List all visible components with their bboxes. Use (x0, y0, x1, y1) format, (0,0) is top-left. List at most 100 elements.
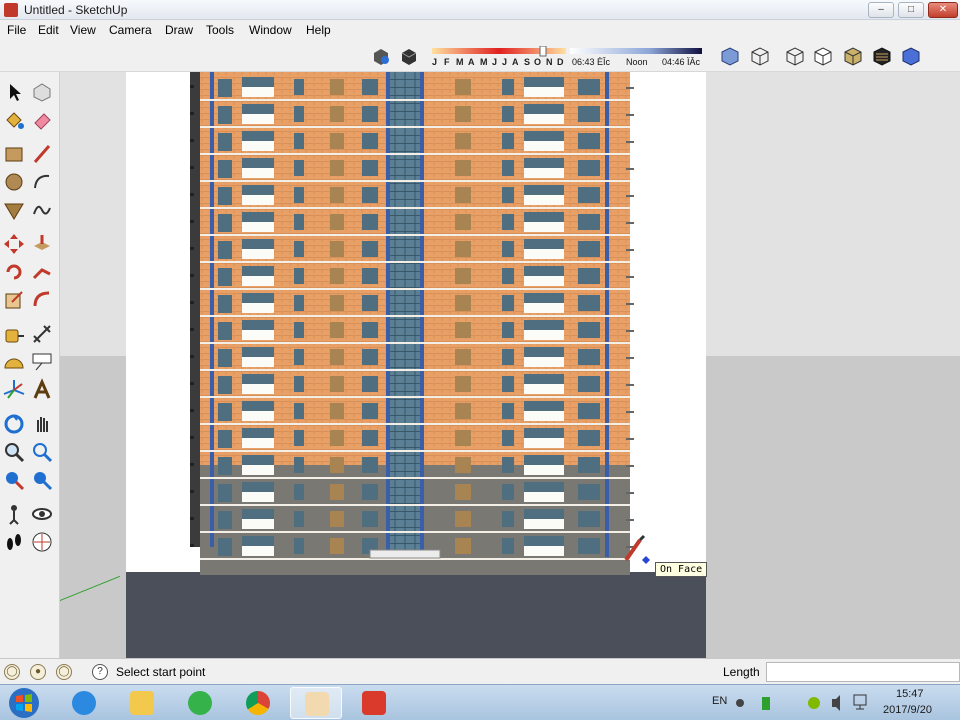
window (242, 266, 274, 276)
balcony-railing (455, 187, 471, 203)
section-plane-icon[interactable] (30, 530, 54, 554)
shadow-toolbar: J F M A M J J A S O N D 06:43 ÈÎc Noon 0… (430, 44, 706, 68)
wireframe-icon[interactable] (784, 45, 806, 67)
ac-bracket (626, 519, 634, 521)
menu-view[interactable]: View (70, 23, 96, 37)
protractor-icon[interactable] (2, 350, 26, 374)
pan-tool-icon[interactable] (30, 412, 54, 436)
menu-help[interactable]: Help (306, 23, 331, 37)
tape-measure-icon[interactable] (2, 322, 26, 346)
measurements-input[interactable] (766, 662, 960, 682)
text-tool-icon[interactable] (30, 350, 54, 374)
ac-bracket (626, 438, 634, 440)
menu-tools[interactable]: Tools (206, 23, 234, 37)
scale-tool-icon[interactable] (2, 288, 26, 312)
shadow-end-time: 04:46 ÏÂc (662, 57, 701, 67)
balcony-railing (455, 160, 471, 176)
follow-me-icon[interactable] (30, 260, 54, 284)
window (294, 484, 304, 500)
system-tray-icons[interactable] (734, 693, 844, 713)
window (242, 320, 274, 330)
balcony (242, 330, 274, 340)
move-tool-icon[interactable] (2, 232, 26, 256)
balcony-railing (455, 457, 471, 473)
ac-bracket (626, 465, 634, 467)
window (218, 268, 232, 286)
balcony (524, 249, 564, 259)
axes-tool-icon[interactable] (2, 378, 26, 402)
window (578, 214, 600, 230)
clock-date[interactable]: 2017/9/20 (883, 704, 932, 716)
month-label: A (468, 57, 475, 67)
previous-view-icon[interactable] (30, 468, 54, 492)
look-around-icon[interactable] (30, 502, 54, 526)
clock-time[interactable]: 15:47 (896, 688, 924, 700)
orbit-tool-icon[interactable] (2, 412, 26, 436)
ac-bracket (190, 409, 194, 412)
taskbar-internet-explorer[interactable] (58, 687, 110, 719)
balcony (524, 465, 564, 475)
eraser-icon[interactable] (30, 108, 54, 132)
credits-icon[interactable]: ● (30, 664, 46, 680)
taskbar-sketchup[interactable] (290, 687, 342, 719)
month-label: A (512, 57, 519, 67)
rectangle-tool-icon[interactable] (2, 142, 26, 166)
zoom-extents-icon[interactable] (2, 468, 26, 492)
menu-window[interactable]: Window (249, 23, 292, 37)
tool-palette (0, 72, 60, 658)
window (218, 187, 232, 205)
select-tool-icon[interactable] (2, 80, 26, 104)
freehand-tool-icon[interactable] (30, 198, 54, 222)
position-camera-icon[interactable] (2, 502, 26, 526)
taskbar-chrome[interactable] (232, 687, 284, 719)
taskbar-green-app[interactable] (174, 687, 226, 719)
floor-slab (200, 477, 630, 479)
window (502, 322, 514, 338)
menu-draw[interactable]: Draw (165, 23, 193, 37)
monochrome-icon[interactable] (900, 45, 922, 67)
paint-bucket-icon[interactable] (2, 108, 26, 132)
3d-text-icon[interactable] (30, 378, 54, 402)
geo-location-icon[interactable]: ◯ (4, 664, 20, 680)
zoom-window-icon[interactable] (30, 440, 54, 464)
model-viewport[interactable]: On Face (60, 72, 960, 658)
month-label: S (524, 57, 531, 67)
dimension-tool-icon[interactable] (30, 322, 54, 346)
ac-bracket (190, 166, 194, 169)
window (578, 160, 600, 176)
minimize-button[interactable]: – (868, 2, 894, 18)
shaded-with-textures-icon[interactable] (871, 45, 893, 67)
hidden-line-icon[interactable] (812, 45, 834, 67)
balcony (242, 411, 274, 421)
menu-edit[interactable]: Edit (38, 23, 59, 37)
circle-tool-icon[interactable] (2, 170, 26, 194)
walk-tool-icon[interactable] (2, 530, 26, 554)
shadow-settings-icon[interactable] (370, 45, 392, 67)
zoom-tool-icon[interactable] (2, 440, 26, 464)
dark-ground-face (126, 572, 706, 658)
push-pull-icon[interactable] (30, 232, 54, 256)
arc-tool-icon[interactable] (30, 170, 54, 194)
make-component-icon[interactable] (30, 80, 54, 104)
maximize-button[interactable]: □ (898, 2, 924, 18)
xray-icon[interactable] (719, 45, 741, 67)
taskbar-file-explorer[interactable] (116, 687, 168, 719)
menu-camera[interactable]: Camera (109, 23, 152, 37)
start-button-icon[interactable] (4, 687, 44, 719)
close-button[interactable]: ✕ (928, 2, 958, 18)
back-edges-icon[interactable] (749, 45, 771, 67)
rotate-tool-icon[interactable] (2, 260, 26, 284)
polygon-tool-icon[interactable] (2, 198, 26, 222)
network-icon[interactable] (852, 693, 868, 711)
menu-file[interactable]: File (7, 23, 26, 37)
display-shadows-icon[interactable] (398, 45, 420, 67)
menu-bar: File Edit View Camera Draw Tools Window … (0, 20, 960, 40)
input-language[interactable]: EN (712, 695, 727, 707)
user-icon[interactable]: ◯ (56, 664, 72, 680)
offset-tool-icon[interactable] (30, 288, 54, 312)
help-icon[interactable]: ? (92, 664, 108, 680)
taskbar-red-app[interactable] (348, 687, 400, 719)
balcony-railing (455, 241, 471, 257)
shaded-icon[interactable] (842, 45, 864, 67)
line-tool-icon[interactable] (30, 142, 54, 166)
